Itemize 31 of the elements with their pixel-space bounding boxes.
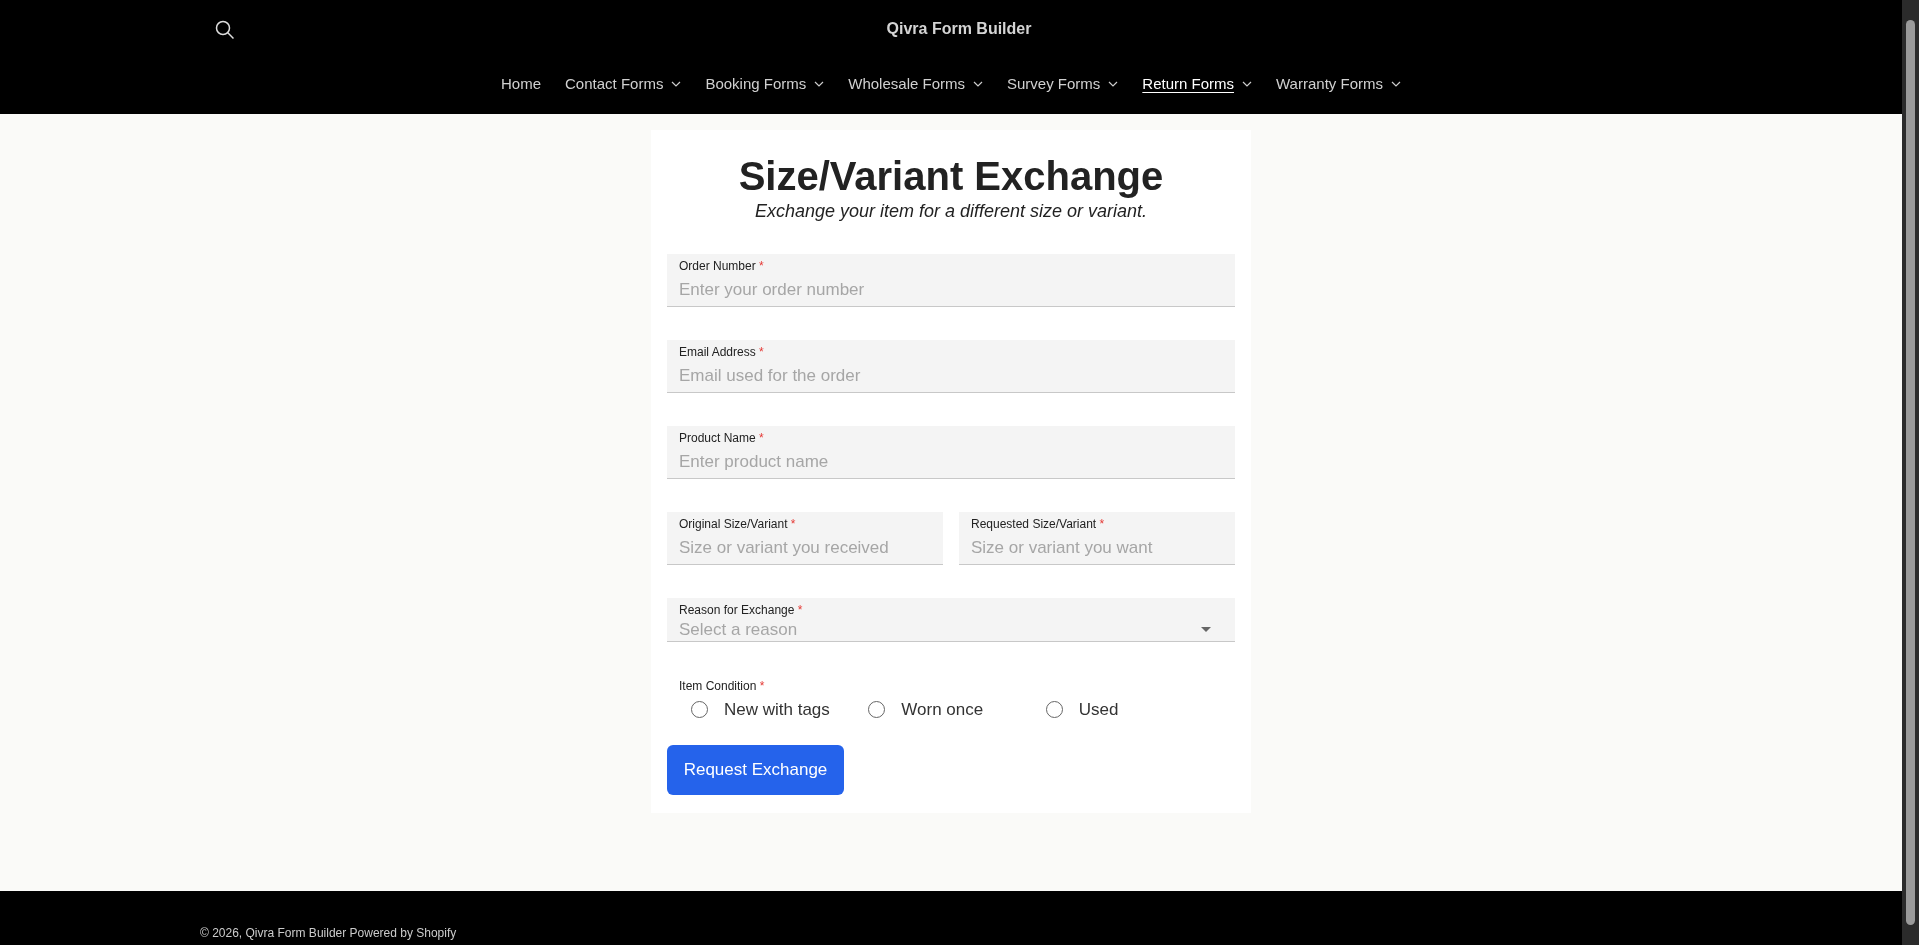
radio-option[interactable]: Used	[1045, 697, 1223, 723]
nav-link[interactable]: Wholesale Forms	[848, 70, 983, 98]
text-field[interactable]: Requested Size/Variant * Size or variant you want	[959, 512, 1235, 565]
text-field[interactable]: Order Number * Enter your order number	[667, 254, 1235, 307]
nav-link[interactable]: Booking Forms	[705, 70, 825, 98]
nav-link[interactable]: Return Forms	[1142, 70, 1252, 98]
field-label: Original Size/Variant *	[679, 517, 797, 531]
scrollbar[interactable]	[1902, 0, 1919, 945]
text-field[interactable]: Original Size/Variant * Size or variant you received	[667, 512, 943, 565]
text-field[interactable]: Email Address * Email used for the order	[667, 340, 1235, 393]
field-label: Order Number *	[679, 259, 765, 273]
field-label: Product Name *	[679, 431, 765, 445]
search-icon[interactable]	[215, 20, 235, 40]
select-field[interactable]: Reason for Exchange * Select a reason	[667, 598, 1235, 642]
field-label: Item Condition *	[679, 679, 766, 693]
copyright-text: © 2026, Qivra Form Builder Powered by Shopify	[200, 925, 457, 942]
radio-option[interactable]: New with tags	[691, 697, 869, 723]
radio-option[interactable]: Worn once	[868, 697, 1046, 723]
form-subtitle: Exchange your item for a different size or variant.	[753, 200, 1149, 222]
nav-link[interactable]: Contact Forms	[565, 70, 682, 98]
nav-link[interactable]: Home	[501, 70, 542, 98]
field-label: Reason for Exchange *	[679, 603, 804, 617]
site-title[interactable]: Qivra Form Builder	[886, 17, 1032, 41]
nav-link[interactable]: Warranty Forms	[1276, 70, 1401, 98]
request-exchange-button[interactable]: Request Exchange	[667, 744, 844, 795]
text-field[interactable]: Product Name * Enter product name	[667, 426, 1235, 479]
field-label: Email Address *	[679, 345, 765, 359]
nav-link[interactable]: Survey Forms	[1006, 70, 1119, 98]
field-label: Requested Size/Variant *	[971, 517, 1106, 531]
form-title: Size/Variant Exchange	[737, 153, 1165, 200]
dropdown-caret-icon	[1201, 627, 1211, 633]
